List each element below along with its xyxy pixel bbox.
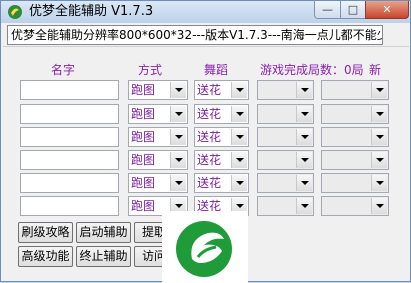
mode-value: 跑图 — [131, 107, 156, 121]
name-input-5[interactable] — [20, 173, 119, 193]
dance-select-4[interactable]: 送花 — [194, 150, 249, 170]
chevron-down-icon[interactable] — [170, 152, 186, 168]
header-dance: 舞蹈 — [204, 63, 229, 77]
chevron-down-icon[interactable] — [231, 129, 247, 145]
games-select-a-1[interactable] — [257, 80, 314, 100]
mode-select-4[interactable]: 跑图 — [128, 150, 188, 170]
name-input-6[interactable] — [20, 196, 119, 216]
chevron-down-icon[interactable] — [296, 152, 312, 168]
chevron-down-icon[interactable] — [371, 175, 387, 191]
minimize-button[interactable]: — — [314, 1, 341, 19]
chevron-down-icon[interactable] — [231, 152, 247, 168]
maximize-button[interactable]: □ — [340, 1, 366, 19]
games-select-a-3[interactable] — [257, 127, 314, 147]
games-select-a-4[interactable] — [257, 150, 314, 170]
chevron-down-icon[interactable] — [170, 106, 186, 122]
dance-select-2[interactable]: 送花 — [194, 104, 249, 124]
mode-value: 跑图 — [131, 176, 156, 190]
start-assist-button[interactable]: 启动辅助 — [76, 222, 131, 243]
mode-select-3[interactable]: 跑图 — [128, 127, 188, 147]
chevron-down-icon[interactable] — [296, 82, 312, 98]
dance-value: 送花 — [197, 83, 222, 97]
info-bar: 优梦全能辅助分辨率800*600*32---版本V1.7.3---南海一点儿都不… — [7, 25, 383, 45]
games-select-b-1[interactable] — [321, 80, 389, 100]
name-input-2[interactable] — [20, 104, 119, 124]
header-refresh[interactable]: 新 — [369, 61, 381, 78]
chevron-down-icon[interactable] — [231, 106, 247, 122]
mode-value: 跑图 — [131, 199, 156, 213]
games-select-a-6[interactable] — [257, 196, 314, 216]
chevron-down-icon[interactable] — [296, 106, 312, 122]
chevron-down-icon[interactable] — [371, 152, 387, 168]
chevron-down-icon[interactable] — [231, 82, 247, 98]
name-input-1[interactable] — [20, 80, 119, 100]
games-select-b-3[interactable] — [321, 127, 389, 147]
name-input-3[interactable] — [20, 127, 119, 147]
mode-value: 跑图 — [131, 153, 156, 167]
header-name: 名字 — [51, 63, 76, 77]
dance-value: 送花 — [197, 130, 222, 144]
advanced-button[interactable]: 高级功能 — [18, 246, 73, 267]
dance-select-1[interactable]: 送花 — [194, 80, 249, 100]
stop-assist-button[interactable]: 终止辅助 — [76, 246, 131, 267]
chevron-down-icon[interactable] — [296, 198, 312, 214]
chevron-down-icon[interactable] — [170, 175, 186, 191]
dance-select-3[interactable]: 送花 — [194, 127, 249, 147]
name-input-4[interactable] — [20, 150, 119, 170]
games-select-b-4[interactable] — [321, 150, 389, 170]
mode-value: 跑图 — [131, 83, 156, 97]
close-button[interactable]: ✕ — [365, 1, 409, 19]
dance-value: 送花 — [197, 153, 222, 167]
divider — [3, 46, 409, 47]
chevron-down-icon[interactable] — [296, 129, 312, 145]
overlay-logo-card — [162, 211, 248, 283]
brush-guide-button[interactable]: 刷级攻略 — [18, 222, 73, 243]
chevron-down-icon[interactable] — [231, 175, 247, 191]
games-select-a-5[interactable] — [257, 173, 314, 193]
chevron-down-icon[interactable] — [296, 175, 312, 191]
green-leaf-logo-icon — [176, 221, 232, 277]
app-logo-icon — [8, 5, 22, 19]
dance-value: 送花 — [197, 107, 222, 121]
games-select-b-2[interactable] — [321, 104, 389, 124]
games-select-a-2[interactable] — [257, 104, 314, 124]
mode-select-1[interactable]: 跑图 — [128, 80, 188, 100]
dance-value: 送花 — [197, 176, 222, 190]
app-window: 优梦全能辅助 V1.7.3 — □ ✕ 优梦全能辅助分辨率800*600*32-… — [0, 0, 411, 283]
header-games-done: 游戏完成局数：0局 — [260, 63, 364, 77]
chevron-down-icon[interactable] — [371, 129, 387, 145]
chevron-down-icon[interactable] — [170, 82, 186, 98]
header-mode: 方式 — [138, 63, 163, 77]
dance-select-5[interactable]: 送花 — [194, 173, 249, 193]
mode-select-2[interactable]: 跑图 — [128, 104, 188, 124]
mode-value: 跑图 — [131, 130, 156, 144]
window-title: 优梦全能辅助 V1.7.3 — [29, 4, 154, 19]
chevron-down-icon[interactable] — [371, 106, 387, 122]
mode-select-5[interactable]: 跑图 — [128, 173, 188, 193]
chevron-down-icon[interactable] — [371, 198, 387, 214]
games-select-b-6[interactable] — [321, 196, 389, 216]
chevron-down-icon[interactable] — [170, 129, 186, 145]
games-select-b-5[interactable] — [321, 173, 389, 193]
title-bar[interactable]: 优梦全能辅助 V1.7.3 — □ ✕ — [1, 1, 410, 23]
chevron-down-icon[interactable] — [371, 82, 387, 98]
